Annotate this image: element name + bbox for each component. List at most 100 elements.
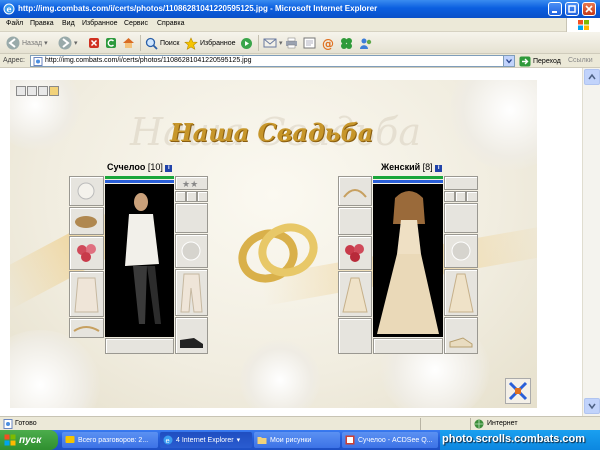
info-icon[interactable]: i <box>435 165 443 172</box>
messenger-button[interactable]: @ <box>322 35 335 51</box>
start-button[interactable]: пуск <box>0 430 58 450</box>
belt-slot[interactable] <box>69 318 104 338</box>
ring-slot-3[interactable] <box>466 191 478 202</box>
wedding-photo: Наша Свадьба Наша Свадьба Сучелоо [10] i… <box>10 80 537 408</box>
stars-icon: ★★ <box>182 179 198 189</box>
address-input[interactable]: http://img.combats.com/i/certs/photos/11… <box>30 55 515 67</box>
mail-icon[interactable] <box>38 86 48 96</box>
weapon-slot[interactable] <box>69 207 104 235</box>
rose-decoration <box>240 340 320 408</box>
media-button[interactable] <box>240 35 253 51</box>
mail-button[interactable]: ▾ <box>263 35 283 51</box>
status-divider <box>420 418 421 430</box>
menu-help[interactable]: Справка <box>157 20 184 27</box>
toolbar: Назад ▾ ▾ Поиск Избранное ▾ @ <box>0 32 600 54</box>
users-button[interactable] <box>359 35 373 51</box>
pants-slot[interactable] <box>175 269 208 316</box>
menu-edit[interactable]: Правка <box>30 20 54 27</box>
taskbar-item-acdsee[interactable]: Сучелоо - ACDSee Q... <box>342 432 438 448</box>
favorites-button[interactable]: Избранное <box>184 35 235 51</box>
necklace-slot[interactable] <box>338 207 372 235</box>
gloves-slot[interactable] <box>444 203 478 233</box>
vertical-scrollbar[interactable] <box>582 68 600 416</box>
ring-slot-3[interactable] <box>197 191 208 202</box>
links-button[interactable]: Ссылки <box>568 57 593 64</box>
menu-tools[interactable]: Сервис <box>124 20 148 27</box>
taskbar-item-messenger[interactable]: Всего разговоров: 2... <box>62 432 158 448</box>
necklace-slot[interactable] <box>175 203 208 233</box>
go-button[interactable]: Переход <box>519 55 561 67</box>
status-bar: Готово Интернет <box>0 416 600 430</box>
go-arrow-icon <box>519 56 531 66</box>
ring-slot-2[interactable] <box>455 191 466 202</box>
helmet-slot[interactable] <box>69 176 104 206</box>
title-bar: e http://img.combats.com/i/certs/photos/… <box>0 0 600 18</box>
watermark: photo.scrolls.combats.com <box>442 433 586 445</box>
shield-slot[interactable] <box>444 234 478 268</box>
stop-button[interactable] <box>88 35 100 51</box>
bouquet-slot[interactable] <box>69 236 104 270</box>
medal-slot[interactable] <box>105 338 174 354</box>
maximize-button[interactable] <box>565 2 579 16</box>
close-button[interactable] <box>582 2 596 16</box>
print-icon[interactable] <box>27 86 37 96</box>
svg-text:★★: ★★ <box>182 179 198 189</box>
refresh-button[interactable] <box>105 35 117 51</box>
back-arrow-icon <box>6 36 20 50</box>
research-button[interactable] <box>340 35 353 51</box>
menu-view[interactable]: Вид <box>62 20 75 27</box>
tiara-slot[interactable] <box>338 176 372 206</box>
belt-slot[interactable] <box>338 318 372 354</box>
taskbar-item-my-pictures[interactable]: Мои рисунки <box>254 432 340 448</box>
page-title: Наша Свадьба <box>170 118 374 147</box>
shoes-icon <box>449 337 473 348</box>
forward-button[interactable]: ▾ <box>58 35 78 51</box>
back-button[interactable]: Назад ▾ <box>6 35 48 51</box>
chevron-down-icon[interactable]: ▾ <box>279 39 283 47</box>
address-dropdown[interactable] <box>503 56 514 66</box>
save-icon[interactable] <box>16 86 26 96</box>
skirt-slot[interactable] <box>444 269 478 316</box>
address-bar: Адрес: http://img.combats.com/i/certs/ph… <box>0 54 600 68</box>
minimize-button[interactable] <box>548 2 562 16</box>
rose-decoration <box>450 80 537 170</box>
search-button[interactable]: Поиск <box>145 35 179 51</box>
security-zone: Интернет <box>487 420 518 427</box>
taskbar-item-internet-explorer[interactable]: e 4 Internet Explorer ▾ <box>160 432 252 448</box>
earrings-slot[interactable] <box>444 176 478 190</box>
armor-slot[interactable] <box>69 271 104 317</box>
shoes-slot[interactable] <box>444 317 478 354</box>
ring-slot-1[interactable] <box>444 191 455 202</box>
shield-slot[interactable] <box>175 234 208 268</box>
medal-slot[interactable] <box>373 338 443 354</box>
chevron-down-icon <box>506 59 512 64</box>
dress-slot[interactable] <box>338 271 372 317</box>
ring-slot-1[interactable] <box>175 191 186 202</box>
pearl-icon <box>77 182 95 200</box>
chat-icon <box>65 436 75 443</box>
close-icon <box>585 5 593 13</box>
back-label: Назад <box>22 39 43 47</box>
mana-bar <box>373 180 443 183</box>
chevron-down-icon[interactable]: ▾ <box>74 39 78 47</box>
menu-favorites[interactable]: Избранное <box>82 20 117 27</box>
scroll-up-button[interactable] <box>584 69 600 85</box>
home-button[interactable] <box>122 35 135 51</box>
ring-slot[interactable]: ★★ <box>175 176 208 190</box>
home-icon <box>123 38 134 48</box>
clover-icon <box>341 37 352 49</box>
menu-file[interactable]: Файл <box>6 20 23 27</box>
edit-page-icon <box>303 37 316 49</box>
info-icon[interactable]: i <box>165 165 173 172</box>
print-button[interactable] <box>285 35 298 51</box>
ring-slot-2[interactable] <box>186 191 197 202</box>
bouquet-slot[interactable] <box>338 236 372 270</box>
boots-slot[interactable] <box>175 317 208 354</box>
chevron-down-icon[interactable]: ▾ <box>44 39 48 47</box>
image-viewer-icon <box>345 435 355 445</box>
scroll-down-button[interactable] <box>584 398 600 414</box>
edit-button[interactable] <box>303 35 316 51</box>
folder-icon[interactable] <box>49 86 59 96</box>
users-icon <box>360 38 372 49</box>
expand-icon[interactable] <box>505 378 531 404</box>
